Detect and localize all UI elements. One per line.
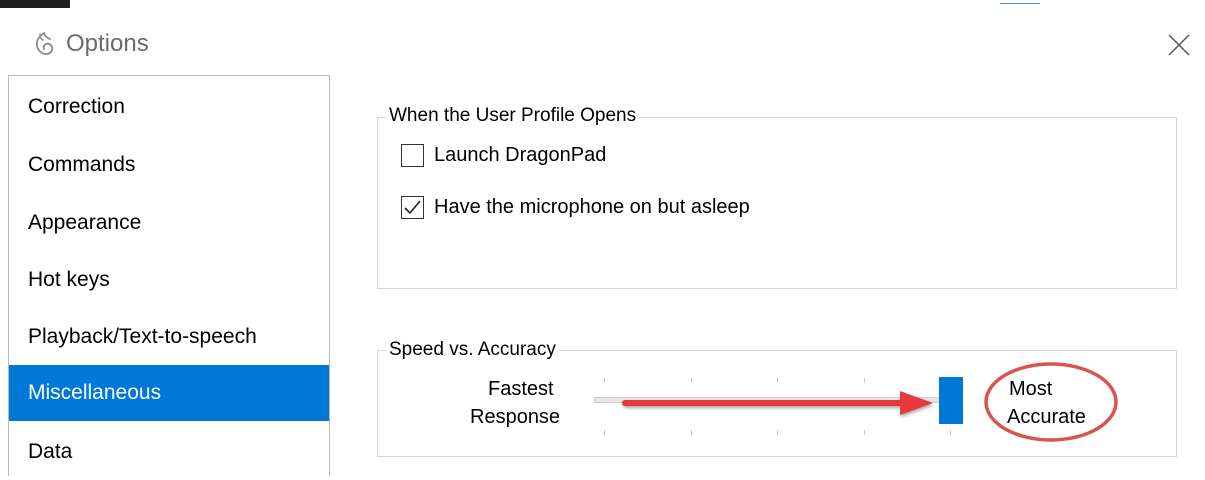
sidebar-item-label: Hot keys [28, 268, 110, 291]
annotation-circle [984, 362, 1118, 442]
checkmark-icon [404, 199, 421, 214]
sidebar-item-playback[interactable]: Playback/Text-to-speech [9, 309, 329, 365]
close-icon[interactable] [1166, 32, 1192, 58]
slider-tick [950, 430, 951, 435]
options-sidebar: Correction Commands Appearance Hot keys … [8, 75, 330, 476]
sidebar-item-label: Correction [28, 95, 125, 118]
speed-accuracy-group-title: Speed vs. Accuracy [386, 339, 559, 361]
top-edge [0, 0, 1205, 8]
annotation-arrow [622, 391, 933, 415]
fastest-label-line2: Response [470, 406, 561, 428]
sidebar-item-miscellaneous[interactable]: Miscellaneous [9, 365, 329, 421]
top-edge-blue [1000, 3, 1040, 4]
slider-tick [604, 430, 605, 435]
slider-tick [691, 430, 692, 435]
sidebar-item-label: Commands [28, 153, 136, 176]
dragon-icon [35, 32, 54, 55]
sidebar-item-correction[interactable]: Correction [9, 79, 329, 135]
fastest-label-line1: Fastest [488, 378, 554, 400]
checkbox-box [401, 143, 424, 167]
launch-dragonpad-checkbox[interactable]: Launch DragonPad [401, 141, 606, 169]
sidebar-item-label: Miscellaneous [28, 381, 162, 404]
window-title: Options [66, 30, 149, 57]
title-bar: Options [0, 10, 1205, 72]
checkbox-box [401, 195, 424, 219]
sidebar-item-appearance[interactable]: Appearance [9, 195, 329, 251]
slider-thumb[interactable] [939, 377, 963, 424]
sidebar-item-label: Data [28, 440, 73, 463]
sidebar-item-label: Playback/Text-to-speech [28, 325, 257, 348]
slider-tick [864, 430, 865, 435]
sidebar-item-hot-keys[interactable]: Hot keys [9, 252, 329, 308]
slider-tick [777, 430, 778, 435]
top-edge-dark [0, 0, 70, 8]
checkbox-label: Launch DragonPad [434, 143, 607, 166]
profile-open-group-title: When the User Profile Opens [386, 105, 640, 127]
sidebar-item-data[interactable]: Data [9, 424, 329, 480]
fastest-response-label: Fastest Response [452, 375, 582, 431]
sidebar-item-commands[interactable]: Commands [9, 137, 329, 193]
sidebar-item-label: Appearance [28, 211, 142, 234]
microphone-asleep-checkbox[interactable]: Have the microphone on but asleep [401, 193, 750, 221]
checkbox-label: Have the microphone on but asleep [434, 195, 750, 218]
